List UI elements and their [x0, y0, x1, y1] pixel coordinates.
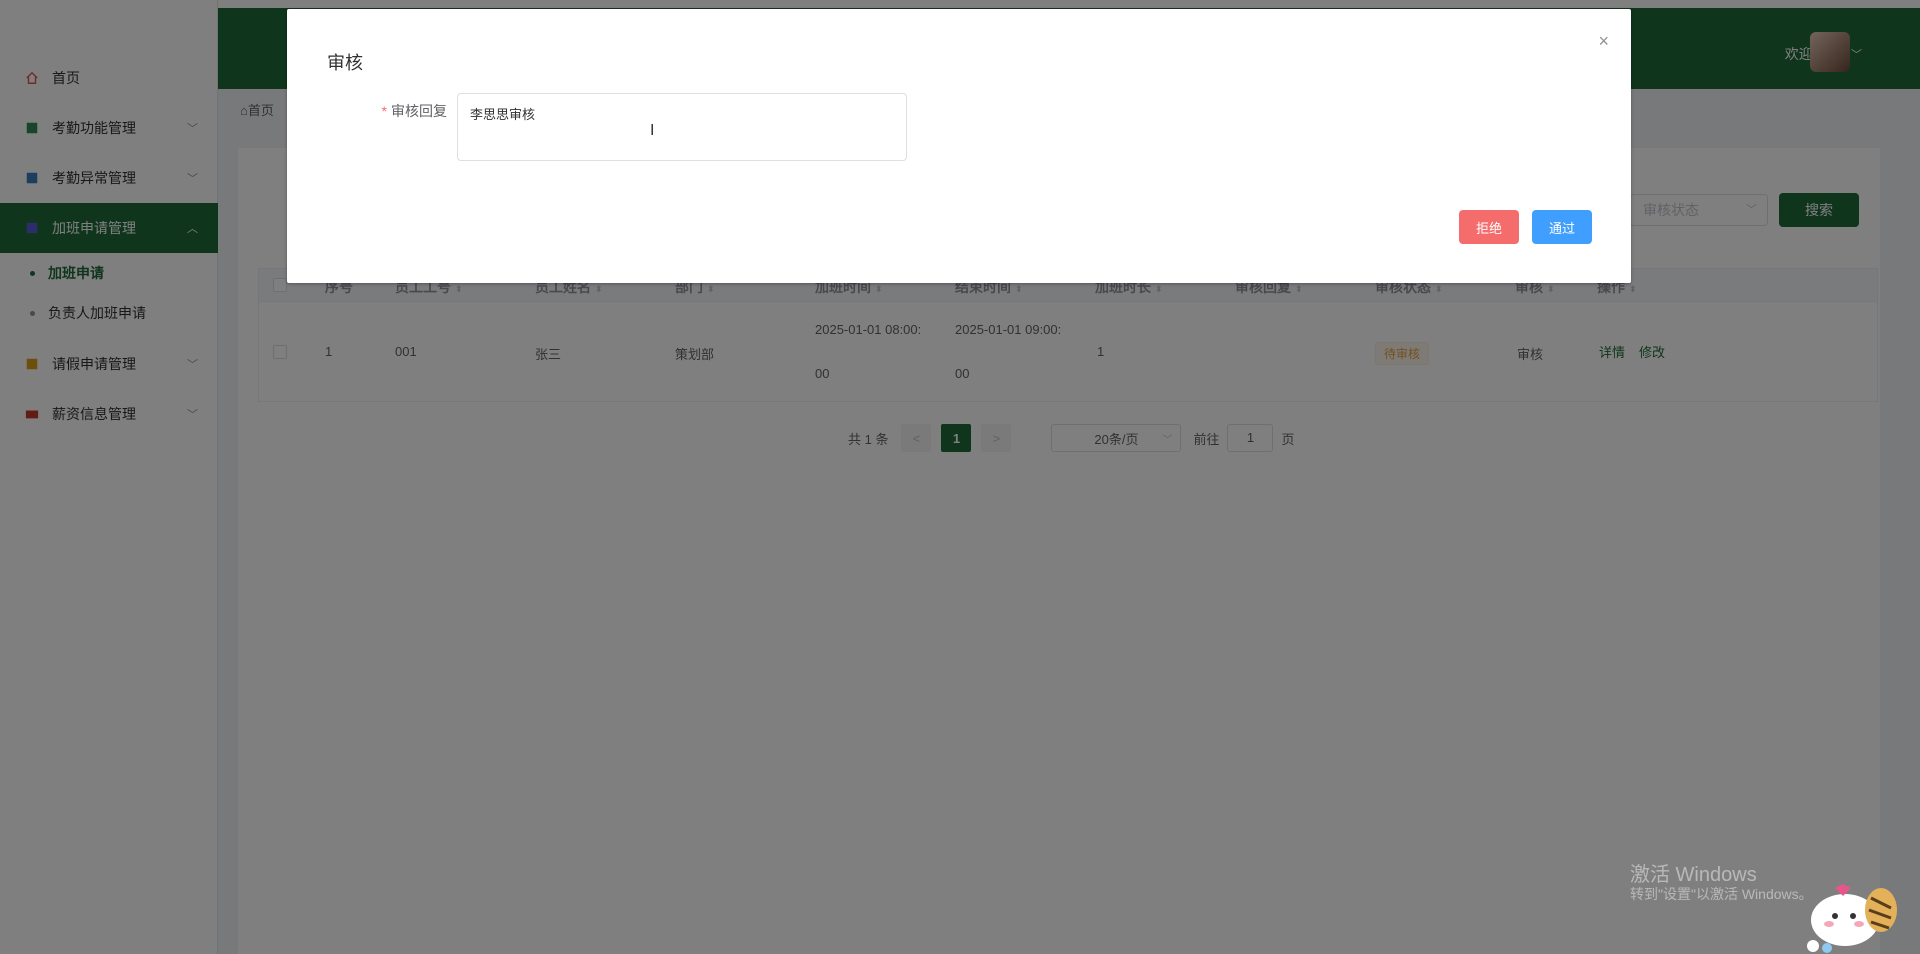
activation-watermark-subtitle: 转到"设置"以激活 Windows。 [1630, 886, 1813, 902]
reject-button[interactable]: 拒绝 [1459, 210, 1519, 244]
required-mark: * [381, 103, 387, 119]
pass-button[interactable]: 通过 [1532, 210, 1592, 244]
reply-textarea[interactable]: 李思思审核 [457, 93, 907, 161]
activation-watermark-title: 激活 Windows [1630, 864, 1757, 886]
dialog-title: 审核 [327, 53, 363, 73]
text-cursor-icon: I [650, 122, 655, 139]
mascot-icon [1807, 884, 1897, 953]
reply-label: * 审核回复 [357, 101, 447, 121]
audit-dialog: 审核 × * 审核回复 李思思审核 I 拒绝 通过 [287, 9, 1631, 283]
reply-label-text: 审核回复 [391, 103, 447, 119]
close-icon[interactable]: × [1598, 31, 1609, 52]
